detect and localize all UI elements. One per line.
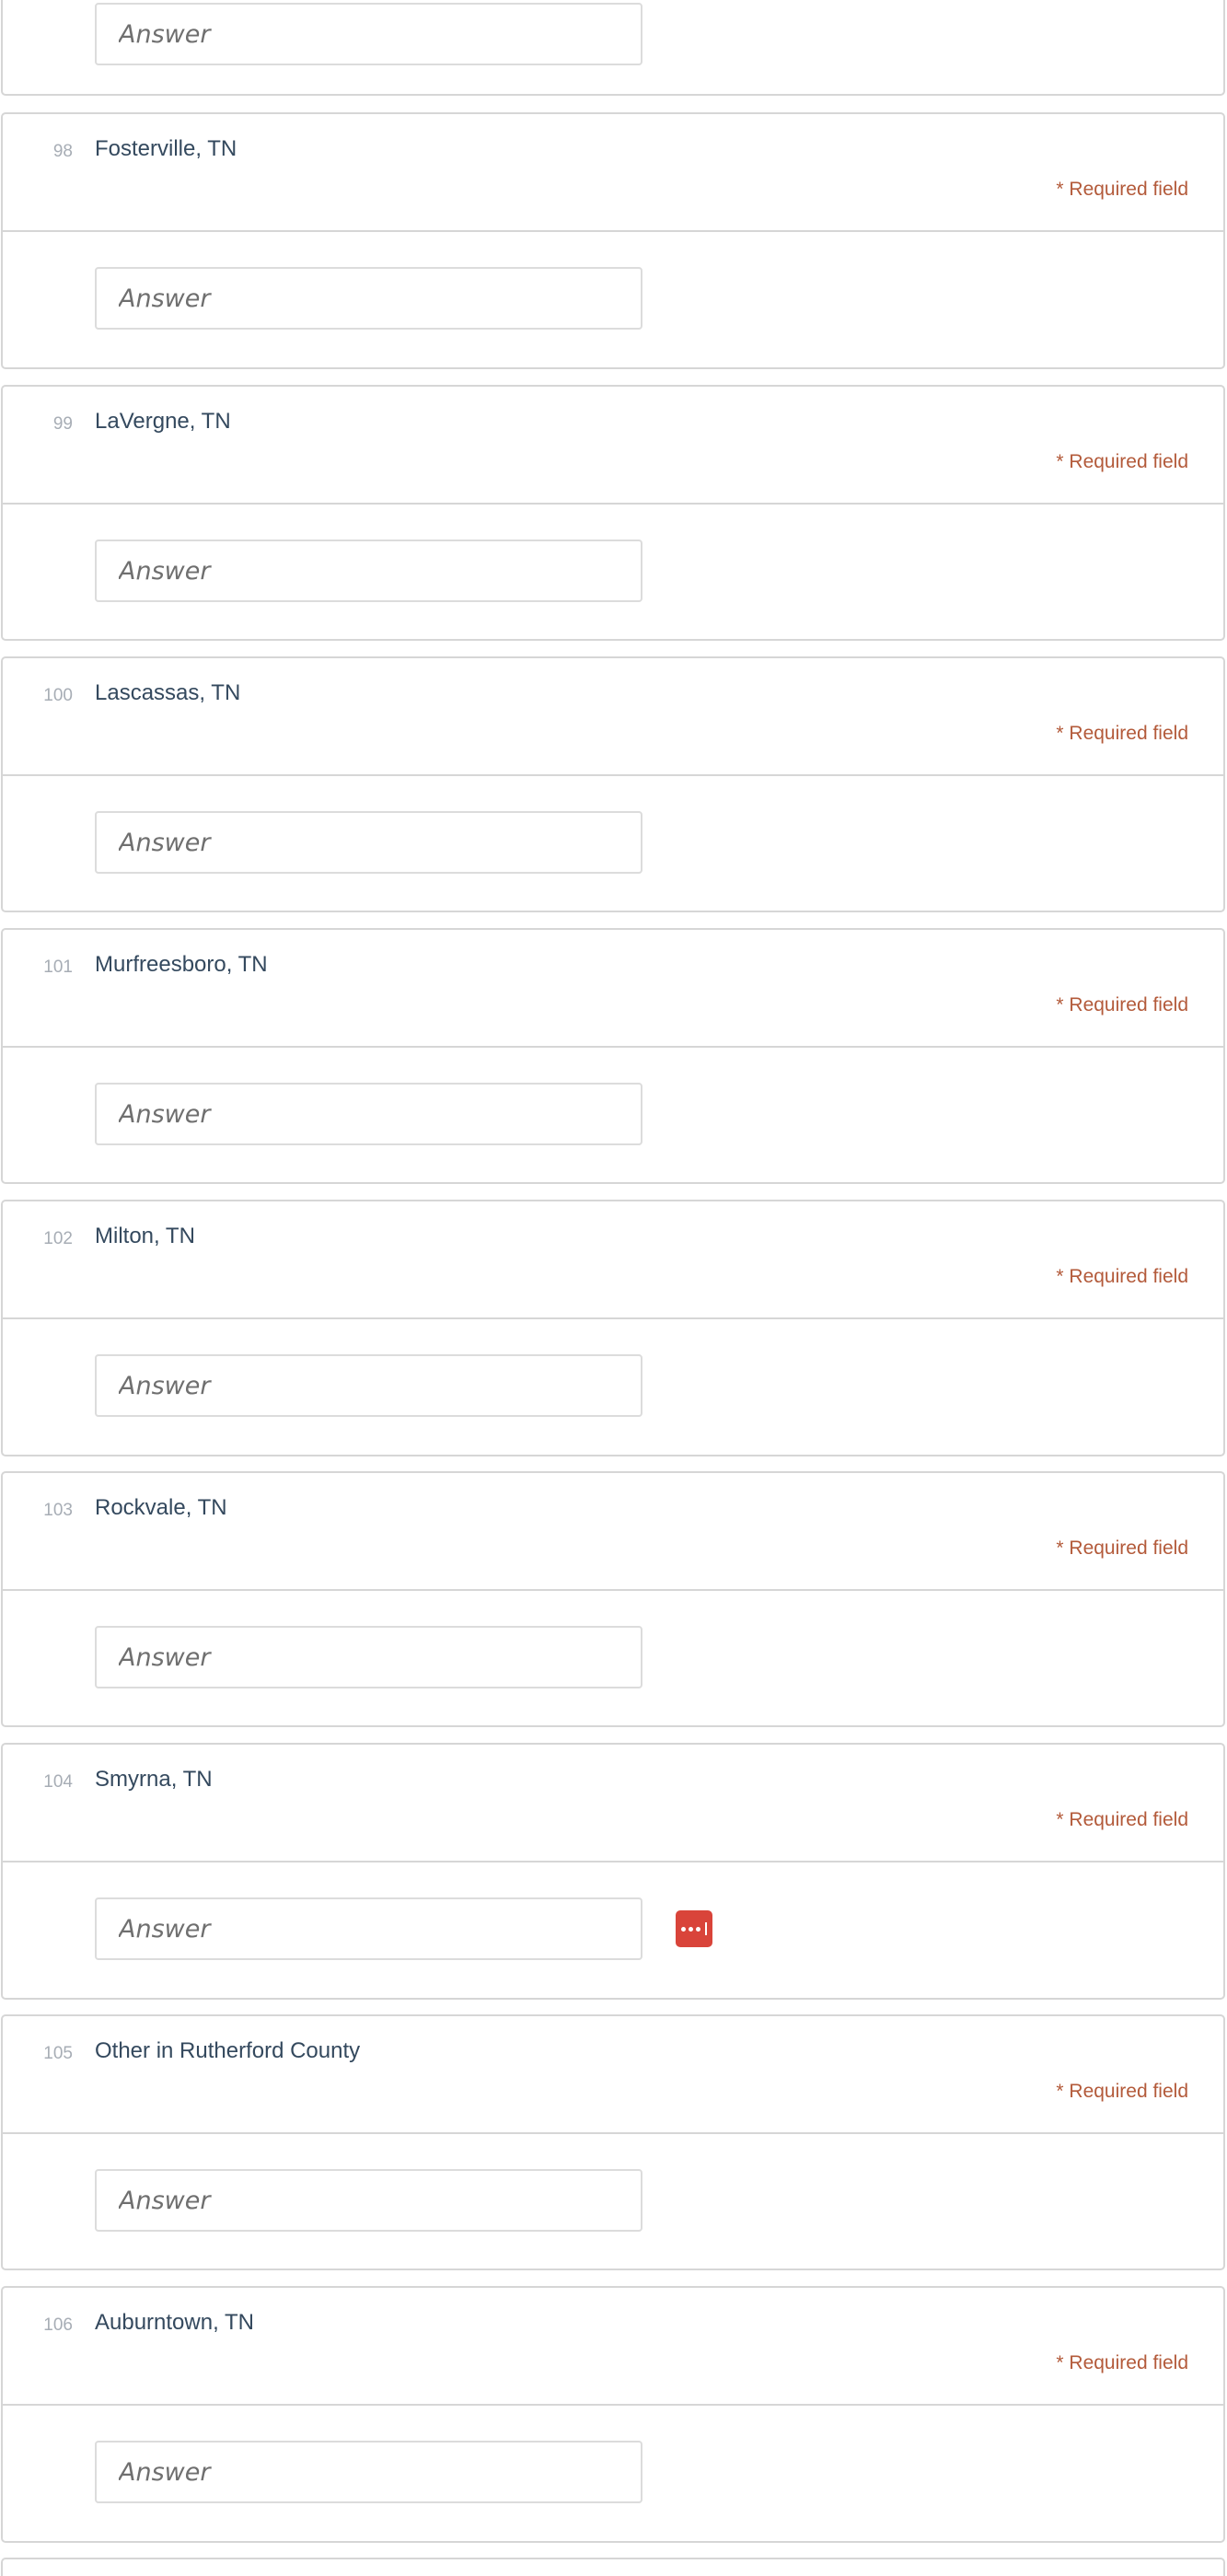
answer-input[interactable]: [95, 2441, 642, 2503]
required-field-label: * Required field: [1056, 2352, 1188, 2373]
question-card: 104 Smyrna, TN * Required field: [1, 1743, 1225, 2000]
answer-input[interactable]: [95, 1626, 642, 1688]
required-field-label: * Required field: [1056, 179, 1188, 200]
question-title: Murfreesboro, TN: [95, 952, 268, 977]
question-card: 100 Lascassas, TN * Required field: [1, 656, 1225, 912]
answer-input[interactable]: [95, 267, 642, 330]
question-title: Other in Rutherford County: [95, 2038, 361, 2063]
question-header: 103 Rockvale, TN * Required field: [3, 1473, 1223, 1591]
question-title: Fosterville, TN: [95, 136, 237, 161]
question-title: Smyrna, TN: [95, 1767, 213, 1792]
question-card: 103 Rockvale, TN * Required field: [1, 1471, 1225, 1727]
question-number: 105: [43, 2044, 73, 2063]
question-header: 102 Milton, TN * Required field: [3, 1201, 1223, 1319]
question-header: 98 Fosterville, TN * Required field: [3, 114, 1223, 232]
answer-input[interactable]: [95, 540, 642, 602]
question-body: [3, 1048, 1223, 1183]
answer-input[interactable]: [95, 1897, 642, 1960]
question-body: [3, 2406, 1223, 2541]
required-field-label: * Required field: [1056, 1809, 1188, 1830]
answer-input[interactable]: [95, 1354, 642, 1417]
question-body: [3, 232, 1223, 367]
question-body: [3, 1319, 1223, 1455]
question-number: 101: [43, 957, 73, 977]
question-card-partial: [1, 0, 1225, 96]
password-manager-icon[interactable]: [676, 1910, 712, 1947]
question-title: Auburntown, TN: [95, 2310, 254, 2335]
question-number: 103: [43, 1501, 73, 1520]
question-title: Lascassas, TN: [95, 680, 241, 705]
question-title: Milton, TN: [95, 1224, 195, 1248]
question-number: 106: [43, 2315, 73, 2335]
answer-input[interactable]: [95, 811, 642, 874]
required-field-label: * Required field: [1056, 994, 1188, 1015]
answer-input[interactable]: [95, 1083, 642, 1145]
required-field-label: * Required field: [1056, 451, 1188, 472]
required-field-label: * Required field: [1056, 1537, 1188, 1559]
required-field-label: * Required field: [1056, 723, 1188, 744]
question-number: 100: [43, 686, 73, 705]
question-header: 106 Auburntown, TN * Required field: [3, 2288, 1223, 2406]
answer-input[interactable]: [95, 3, 642, 65]
question-card: 101 Murfreesboro, TN * Required field: [1, 928, 1225, 1184]
question-number: 102: [43, 1229, 73, 1248]
question-header: 99 LaVergne, TN * Required field: [3, 387, 1223, 505]
question-body: [3, 1862, 1223, 1998]
question-card: 106 Auburntown, TN * Required field: [1, 2286, 1225, 2543]
question-title: Rockvale, TN: [95, 1495, 227, 1520]
question-body: [3, 2134, 1223, 2269]
question-header: 105 Other in Rutherford County * Require…: [3, 2016, 1223, 2134]
question-title: LaVergne, TN: [95, 409, 231, 434]
question-header: 101 Murfreesboro, TN * Required field: [3, 930, 1223, 1048]
question-card-partial: [1, 2558, 1225, 2576]
question-card: 105 Other in Rutherford County * Require…: [1, 2014, 1225, 2270]
answer-input[interactable]: [95, 2169, 642, 2232]
required-field-label: * Required field: [1056, 2081, 1188, 2102]
question-header: 100 Lascassas, TN * Required field: [3, 658, 1223, 776]
required-field-label: * Required field: [1056, 1266, 1188, 1287]
question-number: 99: [52, 414, 73, 434]
question-card: 98 Fosterville, TN * Required field: [1, 112, 1225, 369]
question-card: 99 LaVergne, TN * Required field: [1, 385, 1225, 641]
question-number: 104: [43, 1772, 73, 1792]
question-body: [3, 505, 1223, 640]
question-header: 104 Smyrna, TN * Required field: [3, 1745, 1223, 1862]
question-number: 98: [52, 142, 73, 161]
question-body: [3, 776, 1223, 911]
question-body: [3, 1591, 1223, 1726]
question-card: 102 Milton, TN * Required field: [1, 1200, 1225, 1456]
